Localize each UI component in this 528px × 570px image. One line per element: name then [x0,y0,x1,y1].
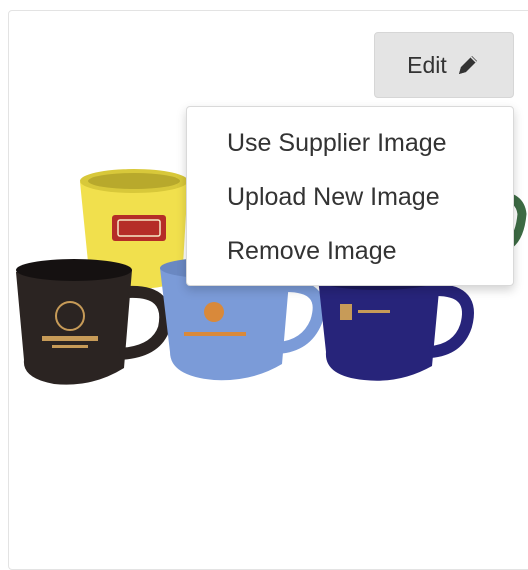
image-options-menu: Use Supplier Image Upload New Image Remo… [186,106,514,286]
menu-item-use-supplier-image[interactable]: Use Supplier Image [227,129,447,158]
menu-item-upload-new-image[interactable]: Upload New Image [227,183,440,212]
edit-button-label: Edit [407,51,447,78]
menu-item-remove-image[interactable]: Remove Image [227,237,397,266]
edit-button[interactable]: Edit [374,32,514,98]
pencil-icon [455,52,481,78]
